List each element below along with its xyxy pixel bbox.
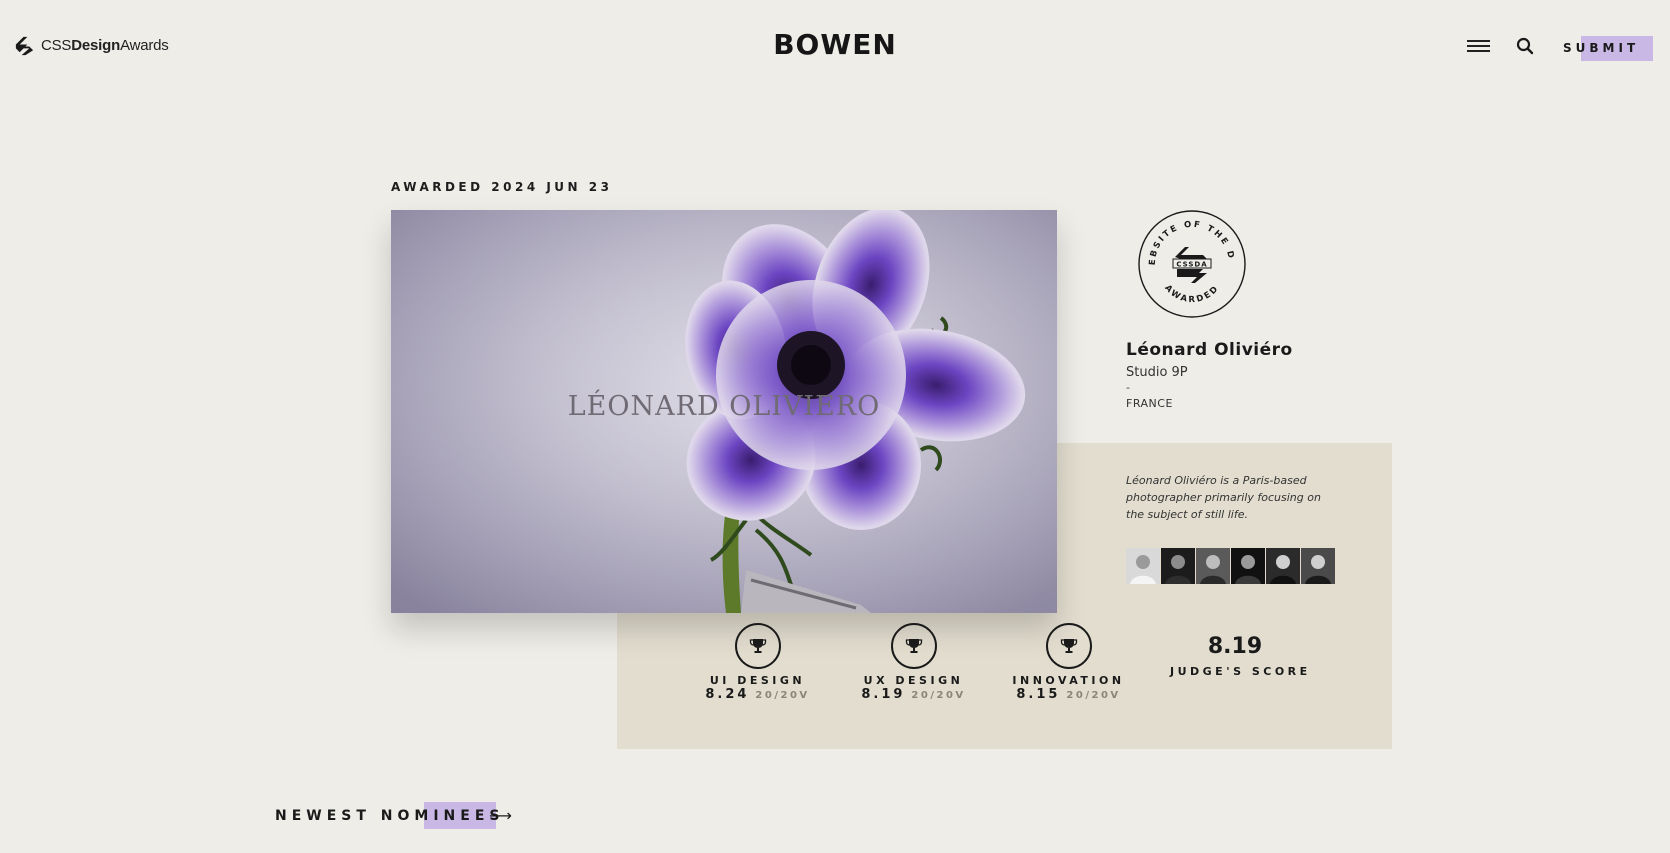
search-icon[interactable] <box>1516 37 1534 55</box>
score-value: 8.24 20/20V <box>705 687 810 702</box>
creator-country: FRANCE <box>1126 397 1173 410</box>
creator-separator: - <box>1126 381 1130 394</box>
badge-center-text: CSSDA <box>1176 261 1207 269</box>
site-title: BOWEN <box>773 28 897 61</box>
site-screenshot[interactable]: LÉONARD OLIVIERO <box>391 210 1057 613</box>
submit-button[interactable]: SUBMIT <box>1563 36 1653 61</box>
jury-avatar[interactable] <box>1161 548 1195 584</box>
awarded-date: AWARDED 2024 JUN 23 <box>391 180 613 194</box>
score-ux-design: UX DESIGN 8.19 20/20V <box>836 623 991 702</box>
trophy-icon <box>890 623 937 669</box>
hamburger-icon[interactable] <box>1467 40 1490 52</box>
site-description: Léonard Oliviéro is a Paris-based photog… <box>1126 474 1321 521</box>
arrow-right-icon: ⟶ <box>489 806 512 825</box>
judge-score-label: JUDGE'S SCORE <box>1170 665 1311 678</box>
creator-studio[interactable]: Studio 9P <box>1126 365 1188 380</box>
score-label: INNOVATION <box>1012 674 1125 687</box>
score-innovation: INNOVATION 8.15 20/20V <box>991 623 1146 702</box>
score-value: 8.15 20/20V <box>1016 687 1121 702</box>
score-label: UX DESIGN <box>863 674 964 687</box>
score-label: UI DESIGN <box>709 674 806 687</box>
newest-nominees-label: NEWEST NOMINEES <box>275 808 505 824</box>
website-of-the-day-badge: WEBSITE OF THE DAY AWARDED CSSDA <box>1137 209 1246 318</box>
trophy-icon <box>734 623 781 669</box>
jury-avatar[interactable] <box>1231 548 1265 584</box>
submit-label: SUBMIT <box>1563 41 1640 55</box>
judge-score: 8.19 JUDGE'S SCORE <box>1170 634 1311 678</box>
score-ui-design: UI DESIGN 8.24 20/20V <box>680 623 835 702</box>
jury-avatar[interactable] <box>1266 548 1300 584</box>
judge-score-value: 8.19 <box>1207 634 1263 659</box>
hero-title: LÉONARD OLIVIERO <box>567 391 881 422</box>
jury-avatar[interactable] <box>1301 548 1335 584</box>
jury-avatar[interactable] <box>1126 548 1160 584</box>
creator-name[interactable]: Léonard Oliviéro <box>1126 340 1293 360</box>
trophy-icon <box>1045 623 1092 669</box>
score-value: 8.19 20/20V <box>861 687 966 702</box>
jury-avatar[interactable] <box>1196 548 1230 584</box>
jury-avatars <box>1126 548 1335 584</box>
